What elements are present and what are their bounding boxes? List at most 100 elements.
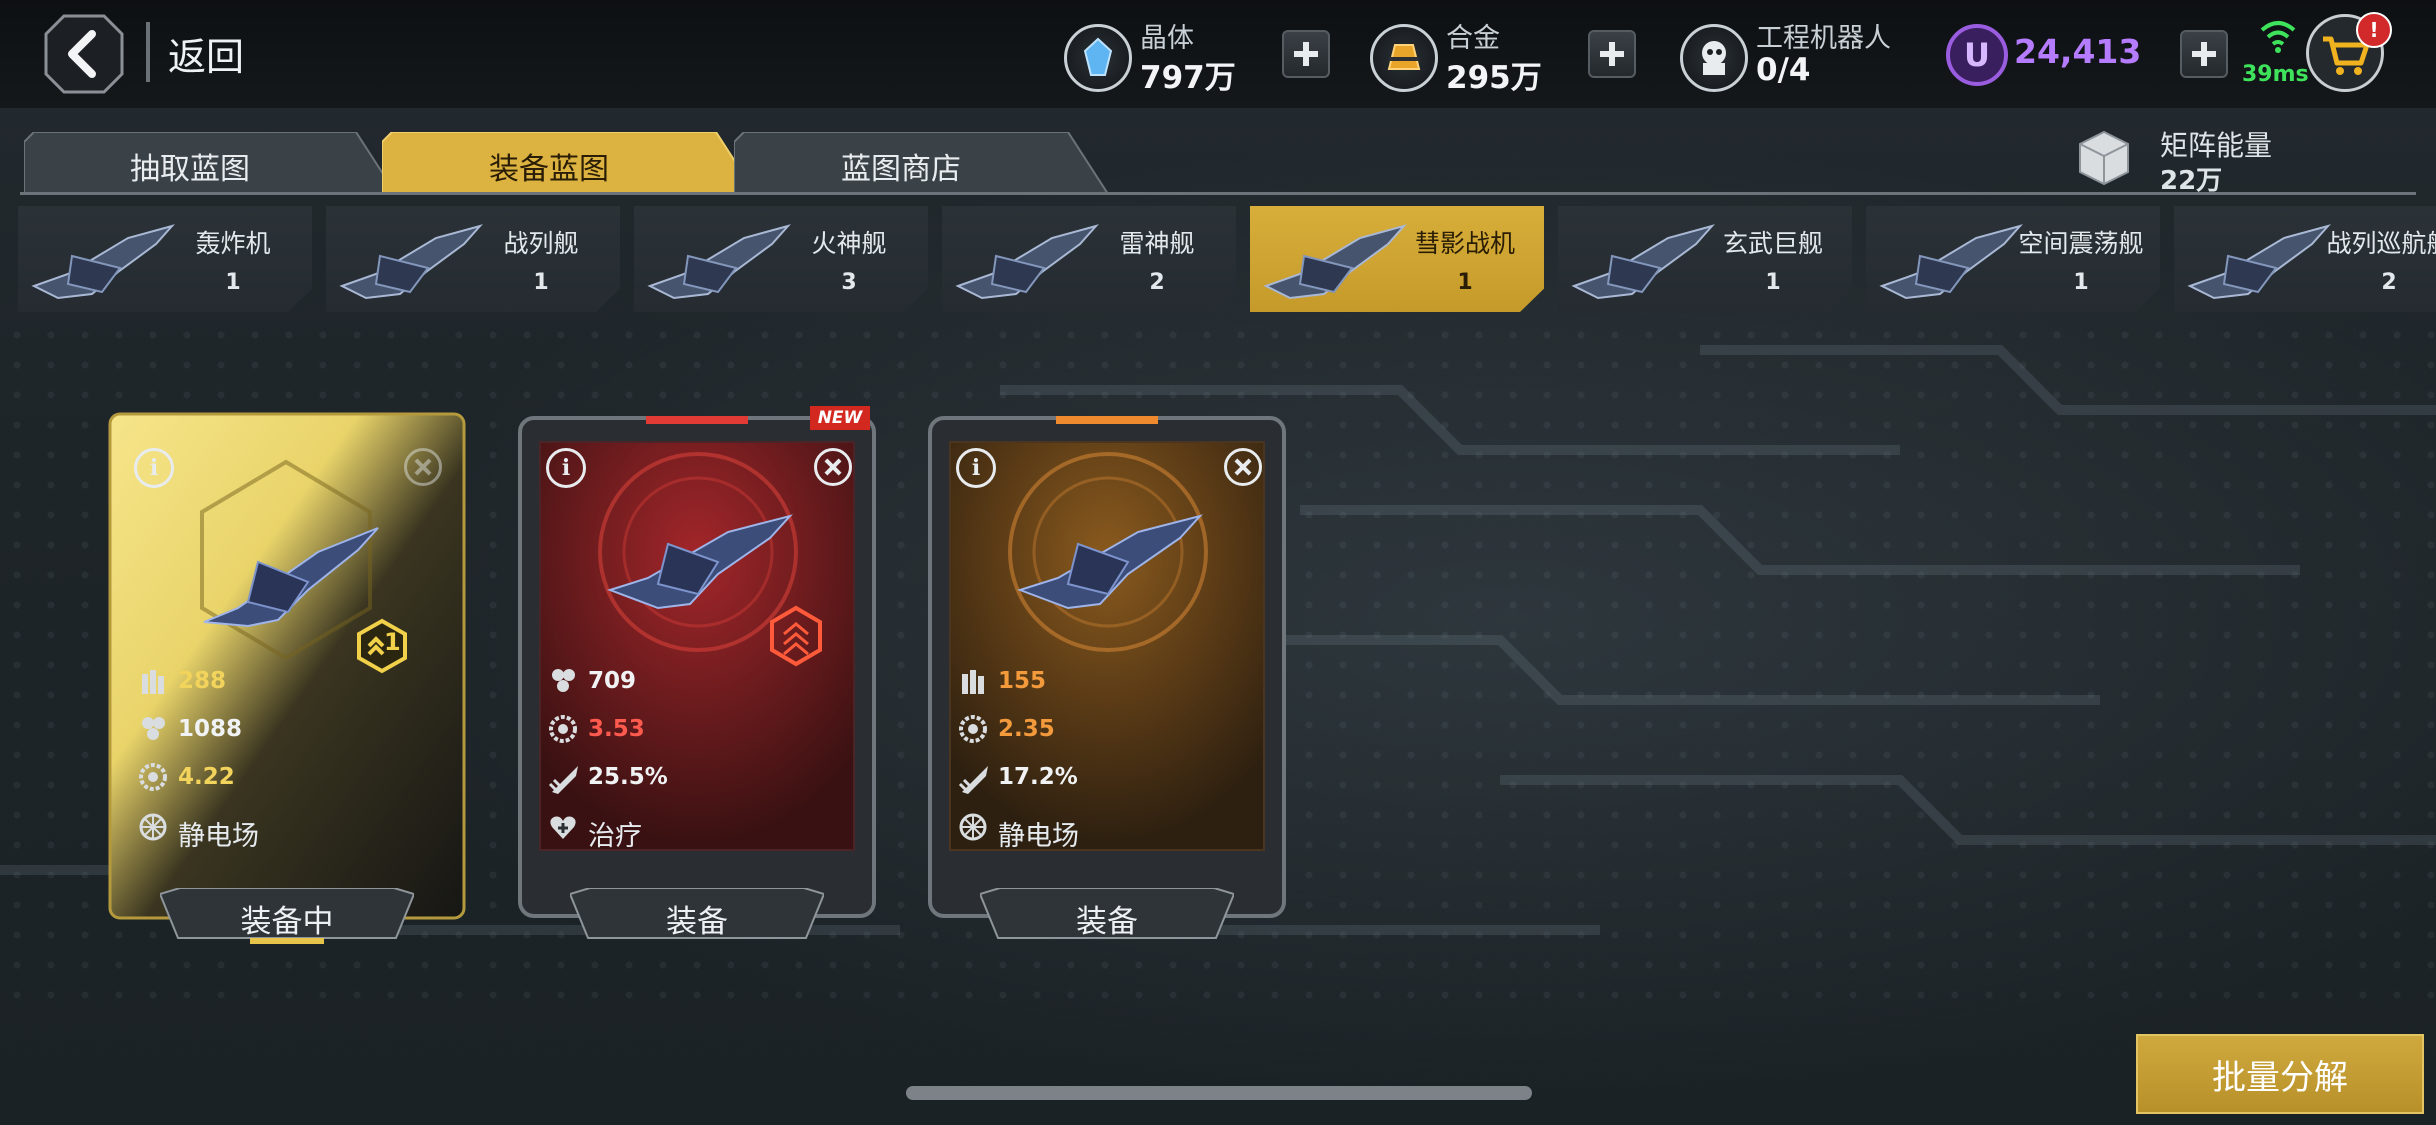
- new-badge: NEW: [810, 406, 870, 430]
- bulk-dismantle-button[interactable]: 批量分解: [2136, 1034, 2424, 1114]
- category-name: 玄武巨舰: [1722, 229, 1823, 258]
- stat-value: 25.5%: [588, 764, 668, 790]
- back-arrow-icon[interactable]: [44, 14, 124, 94]
- blueprint-card-red[interactable]: NEW i 709 3.53 25.5% 治疗 装备: [518, 406, 876, 940]
- category-count: 2: [1149, 270, 1165, 295]
- ship-category-4[interactable]: 彗影战机 1: [1250, 206, 1544, 312]
- category-name: 雷神舰: [1119, 229, 1195, 258]
- button-label: 装备中: [240, 904, 334, 940]
- u-currency-value: 24,413: [2014, 32, 2142, 71]
- gear-disc-icon: [959, 715, 987, 743]
- stat-value: 288: [178, 668, 227, 694]
- resource-name: 晶体: [1140, 23, 1194, 54]
- stat-value: 17.2%: [998, 764, 1078, 790]
- category-count: 1: [533, 270, 549, 295]
- button-label: 装备: [1076, 904, 1138, 940]
- ship-thumbnail-icon: [1568, 214, 1718, 306]
- level-value: 1: [384, 628, 401, 656]
- blueprint-card-equipped[interactable]: i 1 288 1088 4.22 静电场 装备中: [108, 412, 466, 944]
- equip-button[interactable]: 装备: [568, 887, 826, 946]
- equip-button[interactable]: 装备: [978, 887, 1236, 946]
- stat-value: 3.53: [588, 716, 645, 742]
- ship-category-6[interactable]: 空间震荡舰 1: [1866, 206, 2160, 312]
- static-field-icon: [139, 813, 167, 841]
- ship-thumbnail-icon: [336, 214, 486, 306]
- hex-cluster-icon: [142, 717, 165, 740]
- tabs-divider: [20, 192, 2416, 195]
- tab-draw-blueprint[interactable]: 抽取蓝图: [24, 132, 396, 194]
- skill-label: 治疗: [588, 821, 642, 852]
- ship-thumbnail-icon: [952, 214, 1102, 306]
- stat-value: 2.35: [998, 716, 1055, 742]
- missile-icon: [958, 766, 988, 794]
- hex-cluster-icon: [552, 669, 575, 692]
- category-name: 火神舰: [811, 229, 887, 258]
- wifi-icon: [2260, 21, 2296, 53]
- category-name: 彗影战机: [1414, 229, 1515, 258]
- resource-value: 797万: [1140, 60, 1236, 96]
- resource-name: 工程机器人: [1756, 23, 1891, 54]
- ship-thumbnail-icon: [644, 214, 794, 306]
- matrix-energy-label: 矩阵能量: [2160, 129, 2273, 162]
- robot-icon: [1680, 24, 1748, 92]
- tab-label: 抽取蓝图: [130, 152, 250, 187]
- gear-disc-icon: [549, 715, 577, 743]
- level-badge-icon: [357, 618, 407, 674]
- skill-label: 静电场: [998, 821, 1079, 852]
- crystal-icon: [1064, 24, 1132, 92]
- top-bar: 返回 晶体 797万 合金 295万 工程机器人 0/4 U 24,413 39…: [0, 0, 2436, 108]
- resource-name: 合金: [1446, 23, 1500, 54]
- category-count: 1: [1457, 270, 1473, 295]
- tab-label: 蓝图商店: [841, 152, 961, 187]
- ship-category-1[interactable]: 战列舰 1: [326, 206, 620, 312]
- tab-blueprint-shop[interactable]: 蓝图商店: [734, 132, 1108, 194]
- card-info-icon[interactable]: i: [956, 448, 996, 488]
- category-name: 轰炸机: [195, 229, 271, 258]
- equipped-button[interactable]: 装备中: [158, 887, 416, 946]
- u-currency-icon: U: [1946, 24, 2008, 86]
- ship-category-3[interactable]: 雷神舰 2: [942, 206, 1236, 312]
- cart-notification-badge: !: [2356, 12, 2392, 48]
- ammo-icon: [962, 670, 984, 694]
- category-count: 3: [841, 270, 857, 295]
- add-currency-button[interactable]: [2180, 30, 2228, 78]
- card-dismantle-icon[interactable]: [814, 448, 852, 486]
- alloy-icon: [1370, 24, 1438, 92]
- card-info-icon[interactable]: i: [546, 448, 586, 488]
- category-name: 空间震荡舰: [2018, 229, 2144, 258]
- home-indicator[interactable]: [906, 1086, 1532, 1100]
- blueprint-card-orange[interactable]: i 155 2.35 17.2% 静电场 装备: [928, 412, 1286, 940]
- category-name: 战列舰: [503, 229, 579, 258]
- card-info-icon[interactable]: i: [134, 448, 174, 488]
- ship-thumbnail-icon: [1876, 214, 2026, 306]
- stat-value: 709: [588, 668, 637, 694]
- static-field-icon: [959, 813, 987, 841]
- category-count: 1: [2073, 270, 2089, 295]
- ship-thumbnail-icon: [28, 214, 178, 306]
- ship-category-0[interactable]: 轰炸机 1: [18, 206, 312, 312]
- category-count: 1: [1765, 270, 1781, 295]
- matrix-cube-icon: [2079, 130, 2129, 186]
- card-dismantle-icon[interactable]: [1224, 448, 1262, 486]
- back-separator: [146, 22, 150, 82]
- ship-category-5[interactable]: 玄武巨舰 1: [1558, 206, 1852, 312]
- skill-label: 静电场: [178, 821, 259, 852]
- gear-disc-icon: [139, 763, 167, 791]
- tab-label: 装备蓝图: [489, 152, 609, 187]
- category-name: 战列巡航舰: [2326, 229, 2427, 258]
- ship-category-7[interactable]: 战列巡航舰 2: [2174, 206, 2436, 312]
- resource-value: 0/4: [1756, 52, 1811, 88]
- tab-equip-blueprint[interactable]: 装备蓝图: [382, 132, 756, 194]
- category-count: 1: [225, 270, 241, 295]
- matrix-energy-value: 22万: [2160, 166, 2223, 196]
- button-label: 装备: [666, 904, 728, 940]
- add-alloy-button[interactable]: [1588, 30, 1636, 78]
- back-label[interactable]: 返回: [168, 26, 244, 81]
- ship-category-2[interactable]: 火神舰 3: [634, 206, 928, 312]
- stat-value: 155: [998, 668, 1047, 694]
- add-crystal-button[interactable]: [1282, 30, 1330, 78]
- card-dismantle-icon[interactable]: [404, 448, 442, 486]
- category-count: 2: [2381, 270, 2397, 295]
- heal-icon: [550, 816, 576, 839]
- stat-value: 4.22: [178, 764, 235, 790]
